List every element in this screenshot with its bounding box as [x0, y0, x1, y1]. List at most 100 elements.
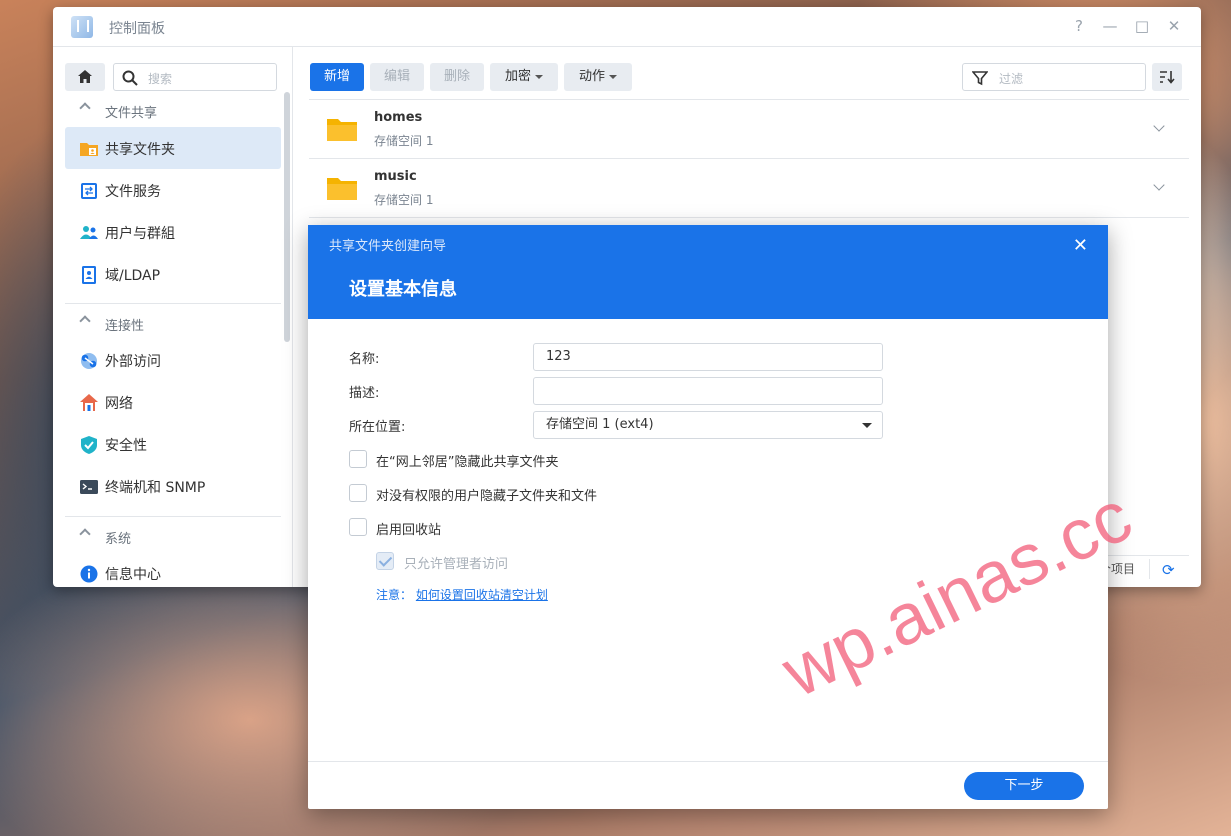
sidebar-item-users-groups[interactable]: 用户与群組 — [65, 211, 281, 253]
folder-name: music — [374, 169, 417, 184]
sidebar-item-label: 域/LDAP — [105, 268, 161, 284]
folder-icon — [327, 178, 357, 200]
sort-icon — [1160, 71, 1175, 84]
caret-down-icon — [535, 74, 543, 79]
wizard-footer: 下一步 — [308, 761, 1108, 809]
sidebar-item-info-center[interactable]: 信息中心 — [65, 552, 281, 587]
chevron-up-icon — [79, 315, 91, 327]
folder-icon — [327, 119, 357, 141]
list-item[interactable]: homes 存储空间 1 — [309, 99, 1189, 158]
section-connectivity[interactable]: 连接性 — [65, 308, 281, 338]
admin-only-checkbox[interactable] — [376, 552, 394, 570]
home-button[interactable] — [65, 63, 105, 91]
search-icon — [122, 70, 138, 86]
folder-location: 存储空间 1 — [374, 134, 434, 148]
home-icon — [78, 70, 92, 83]
enable-recycle-bin-label: 启用回收站 — [376, 523, 442, 538]
external-access-icon — [81, 353, 97, 369]
filter-input[interactable]: 过滤 — [962, 63, 1146, 91]
name-field[interactable]: 123 — [533, 343, 883, 371]
sidebar-item-terminal-snmp[interactable]: 终端机和 SNMP — [65, 465, 281, 507]
users-icon — [80, 226, 98, 239]
terminal-icon — [80, 480, 98, 494]
filter-icon — [972, 71, 988, 86]
location-select[interactable]: 存储空间 1 (ext4) — [533, 411, 883, 439]
sidebar-item-domain-ldap[interactable]: 域/LDAP — [65, 253, 281, 295]
section-label: 连接性 — [105, 319, 145, 334]
sidebar-scrollbar[interactable] — [284, 92, 290, 342]
sidebar-item-label: 信息中心 — [105, 567, 161, 583]
sidebar-item-external-access[interactable]: 外部访问 — [65, 339, 281, 381]
admin-only-label: 只允许管理者访问 — [404, 557, 509, 572]
file-services-icon — [81, 183, 97, 199]
folder-name: homes — [374, 110, 423, 125]
search-placeholder: 搜索 — [148, 72, 173, 86]
enable-recycle-bin-checkbox[interactable] — [349, 518, 367, 536]
wizard-subtitle: 共享文件夹创建向导 — [329, 239, 447, 254]
folder-location: 存储空间 1 — [374, 193, 434, 207]
maximize-icon[interactable]: □ — [1133, 17, 1151, 35]
sidebar-item-label: 安全性 — [105, 438, 147, 454]
sidebar: 搜索 文件共享 共享文件夹 文件服务 用户与群組 域/LDAP 连接性 外部访问… — [53, 47, 293, 587]
encrypt-dropdown[interactable]: 加密 — [490, 63, 558, 91]
caret-down-icon — [862, 423, 872, 428]
help-icon[interactable]: ? — [1070, 17, 1088, 35]
description-label: 描述: — [349, 386, 380, 401]
chevron-down-icon[interactable] — [1153, 179, 1165, 191]
sidebar-item-label: 网络 — [105, 396, 133, 412]
window-title: 控制面板 — [109, 21, 165, 37]
chevron-up-icon — [79, 528, 91, 540]
location-label: 所在位置: — [349, 420, 406, 435]
delete-button[interactable]: 删除 — [430, 63, 484, 91]
caret-down-icon — [609, 74, 617, 79]
section-label: 文件共享 — [105, 106, 158, 121]
sidebar-search-input[interactable]: 搜索 — [113, 63, 277, 91]
info-icon — [80, 565, 98, 583]
description-field[interactable] — [533, 377, 883, 405]
recycle-note: 注意： 如何设置回收站清空计划 — [376, 586, 548, 603]
recycle-schedule-link[interactable]: 如何设置回收站清空计划 — [416, 588, 548, 602]
sidebar-item-label: 共享文件夹 — [105, 142, 175, 158]
sidebar-item-label: 外部访问 — [105, 354, 161, 370]
close-icon[interactable]: ✕ — [1165, 17, 1183, 35]
shared-folder-icon — [80, 143, 98, 156]
create-button[interactable]: 新增 — [310, 63, 364, 91]
title-bar[interactable]: 控制面板 ? — □ ✕ — [53, 7, 1201, 47]
minimize-icon[interactable]: — — [1101, 17, 1119, 35]
divider — [65, 303, 281, 304]
section-label: 系统 — [105, 532, 132, 547]
divider — [309, 217, 1189, 218]
sidebar-item-label: 文件服务 — [105, 184, 161, 200]
encrypt-label: 加密 — [504, 69, 531, 84]
wizard-title: 设置基本信息 — [349, 279, 457, 300]
hide-in-network-checkbox[interactable] — [349, 450, 367, 468]
note-label: 注意： — [376, 588, 413, 602]
hide-in-network-label: 在“网上邻居”隐藏此共享文件夹 — [376, 455, 559, 470]
sidebar-item-file-services[interactable]: 文件服务 — [65, 169, 281, 211]
action-label: 动作 — [578, 69, 605, 84]
divider — [65, 516, 281, 517]
sidebar-item-security[interactable]: 安全性 — [65, 423, 281, 465]
chevron-down-icon[interactable] — [1153, 120, 1165, 132]
create-shared-folder-wizard: 共享文件夹创建向导 设置基本信息 ✕ 名称: 123 描述: 所在位置: 存储空… — [308, 225, 1108, 809]
hide-subfolders-checkbox[interactable] — [349, 484, 367, 502]
location-value: 存储空间 1 (ext4) — [546, 417, 654, 432]
divider — [1149, 559, 1150, 579]
sidebar-item-shared-folder[interactable]: 共享文件夹 — [65, 127, 281, 169]
sidebar-item-label: 终端机和 SNMP — [105, 480, 206, 496]
edit-button[interactable]: 编辑 — [370, 63, 424, 91]
hide-subfolders-label: 对没有权限的用户隐藏子文件夹和文件 — [376, 489, 598, 504]
section-system[interactable]: 系统 — [65, 521, 281, 551]
shield-icon — [81, 436, 97, 454]
list-item[interactable]: music 存储空间 1 — [309, 158, 1189, 217]
sort-button[interactable] — [1152, 63, 1182, 91]
next-button[interactable]: 下一步 — [964, 772, 1084, 800]
sidebar-item-network[interactable]: 网络 — [65, 381, 281, 423]
action-dropdown[interactable]: 动作 — [564, 63, 632, 91]
refresh-icon[interactable]: ⟳ — [1162, 561, 1175, 579]
control-panel-app-icon — [71, 16, 93, 38]
name-label: 名称: — [349, 352, 380, 367]
close-icon[interactable]: ✕ — [1073, 235, 1088, 256]
filter-placeholder: 过滤 — [999, 72, 1024, 86]
section-file-sharing[interactable]: 文件共享 — [65, 95, 281, 125]
